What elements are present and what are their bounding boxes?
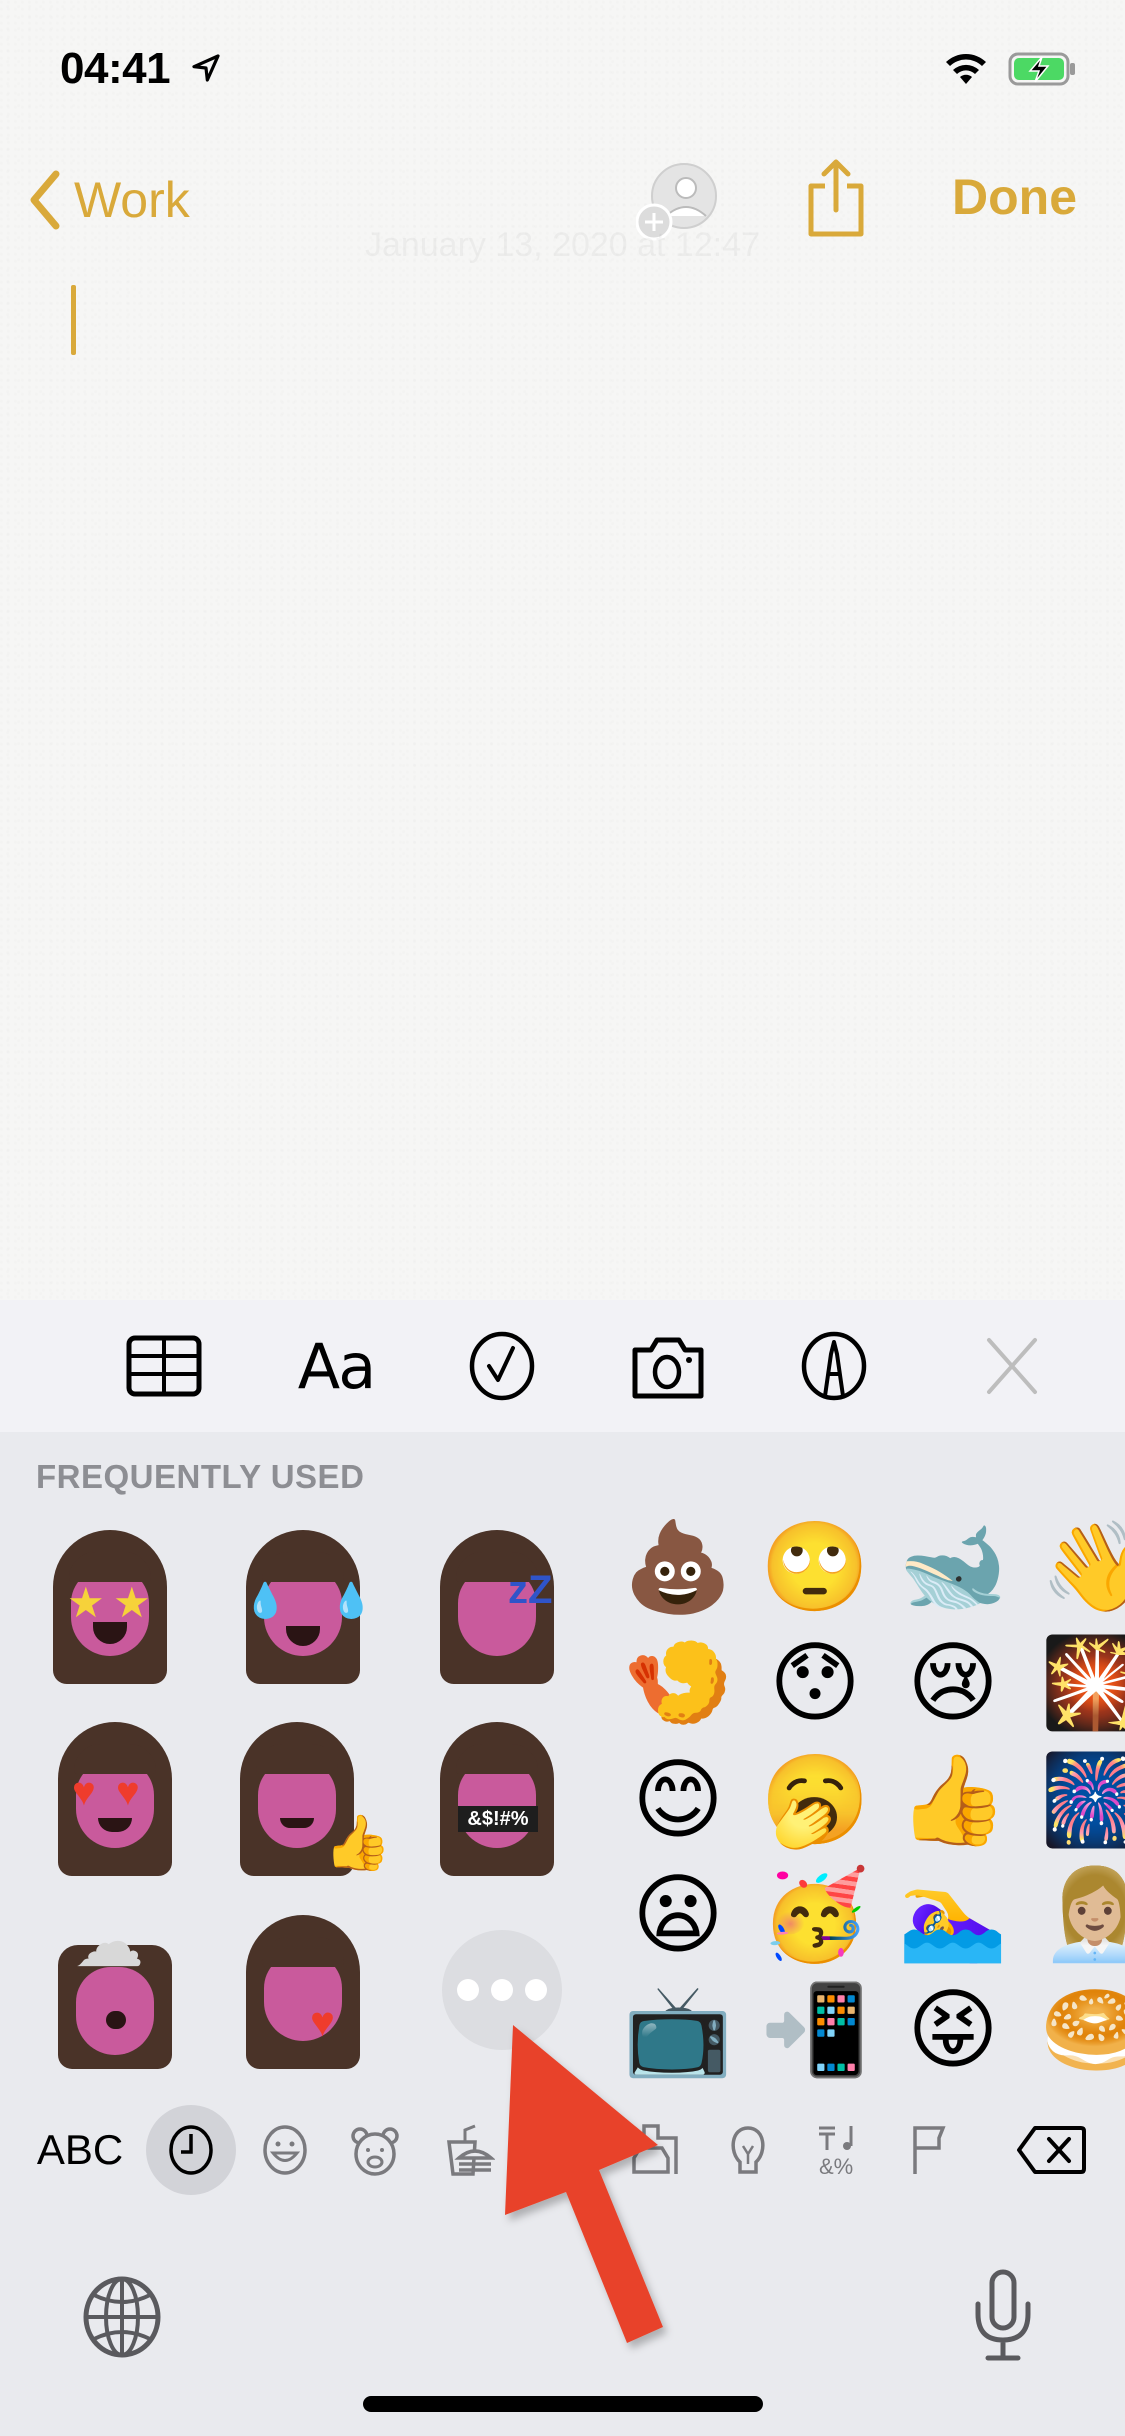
category-flags[interactable] [900, 2110, 960, 2190]
memoji-blowing-kiss[interactable]: ♥ [238, 1915, 368, 2075]
symbols-icon: &% [819, 2126, 853, 2178]
emoji-item[interactable]: 😦 [623, 1860, 733, 1970]
emoji-item[interactable]: 👍 [898, 1745, 1008, 1855]
emoji-item[interactable]: 😝 [898, 1975, 1008, 2085]
emoji-item[interactable]: 👩🏼‍💼 [1040, 1860, 1125, 1970]
camera-icon [632, 1337, 704, 1399]
memoji-heart-eyes[interactable]: ♥ ♥ [50, 1722, 180, 1882]
memoji-sleeping[interactable]: zZ [432, 1530, 562, 1690]
emoji-item[interactable]: 🎆 [1040, 1745, 1125, 1855]
emoji-item[interactable]: 📲 [760, 1975, 870, 2085]
emoji-item[interactable]: 🥳 [760, 1860, 870, 1970]
more-stickers-button[interactable] [442, 1930, 562, 2050]
car-building-icon [632, 2124, 678, 2174]
location-arrow-icon [192, 54, 220, 82]
wifi-icon [946, 54, 986, 84]
memoji-tears-of-joy[interactable]: 💧 💧 [238, 1530, 372, 1690]
section-title: FREQUENTLY USED [36, 1458, 365, 1495]
format-button[interactable]: Aa [296, 1329, 376, 1403]
memoji-star-struck[interactable]: ★ ★ [45, 1530, 175, 1690]
text-cursor[interactable] [71, 285, 76, 355]
done-button[interactable]: Done [952, 168, 1077, 226]
svg-text:&%: &% [819, 2154, 853, 2178]
category-objects[interactable] [718, 2110, 778, 2190]
bear-icon [351, 2127, 399, 2176]
table-icon [126, 1335, 202, 1397]
smiley-icon [263, 2125, 307, 2175]
emoji-item[interactable]: 😊 [623, 1745, 733, 1855]
globe-icon[interactable] [80, 2275, 164, 2359]
flag-icon [913, 2126, 946, 2174]
emoji-item[interactable]: 🙄 [760, 1512, 870, 1622]
dot [457, 1979, 479, 2001]
emoji-item[interactable]: 😯 [760, 1628, 870, 1738]
emoji-item[interactable]: 💩 [623, 1512, 733, 1622]
delete-backward-icon[interactable] [1015, 2125, 1087, 2175]
emoji-item[interactable]: 🏊‍♀️ [898, 1860, 1008, 1970]
ball-icon [538, 2125, 582, 2175]
back-label: Work [74, 172, 190, 228]
category-recent[interactable] [146, 2105, 236, 2195]
formatting-toolbar: Aa [0, 1300, 1125, 1432]
category-activity[interactable] [530, 2110, 590, 2190]
clock-icon [169, 2125, 213, 2175]
microphone-icon[interactable] [970, 2268, 1036, 2364]
memoji-cursing[interactable]: &$!#% [432, 1722, 562, 1882]
memoji-thumbs-up[interactable]: 👍 [232, 1722, 391, 1882]
close-icon [987, 1338, 1037, 1394]
chevron-left-icon [30, 170, 60, 230]
checklist-button[interactable] [462, 1330, 542, 1402]
category-smileys[interactable] [255, 2110, 315, 2190]
memoji-curse-text: &$!#% [458, 1806, 538, 1832]
home-indicator [363, 2396, 763, 2412]
category-travel[interactable] [625, 2110, 685, 2190]
burger-icon [447, 2124, 495, 2176]
emoji-item[interactable]: 😢 [898, 1628, 1008, 1738]
markup-button[interactable] [794, 1330, 874, 1402]
emoji-category-bar: ABC &% [0, 2100, 1125, 2200]
emoji-item[interactable]: 🥯 [1040, 1975, 1125, 2085]
emoji-item[interactable]: 🎇 [1040, 1628, 1125, 1738]
emoji-item[interactable]: 🍤 [623, 1628, 733, 1738]
dot [491, 1979, 513, 2001]
checkmark-circle-icon [469, 1331, 535, 1401]
dot [525, 1979, 547, 2001]
memoji-mind-blown[interactable]: ☁ [50, 1907, 180, 2075]
back-button[interactable]: Work [24, 165, 190, 235]
pen-tip-icon [801, 1331, 867, 1401]
lightbulb-icon [731, 2126, 765, 2174]
table-button[interactable] [124, 1330, 204, 1402]
emoji-item[interactable]: 📺 [623, 1975, 733, 2085]
close-toolbar-button[interactable] [972, 1330, 1052, 1402]
abc-button[interactable]: ABC [30, 2110, 130, 2190]
emoji-item[interactable]: 🥱 [760, 1745, 870, 1855]
emoji-item[interactable]: 🐋 [898, 1512, 1008, 1622]
camera-button[interactable] [628, 1330, 708, 1402]
status-time: 04:41 [60, 44, 171, 93]
category-food[interactable] [440, 2110, 500, 2190]
text-format-icon: Aa [297, 1329, 376, 1403]
note-date: January 13, 2020 at 12:47 [0, 226, 1125, 265]
category-animals[interactable] [345, 2110, 405, 2190]
category-symbols[interactable]: &% [810, 2110, 870, 2190]
battery-charging-icon [1008, 52, 1075, 86]
emoji-item[interactable]: 👋 [1040, 1512, 1125, 1622]
